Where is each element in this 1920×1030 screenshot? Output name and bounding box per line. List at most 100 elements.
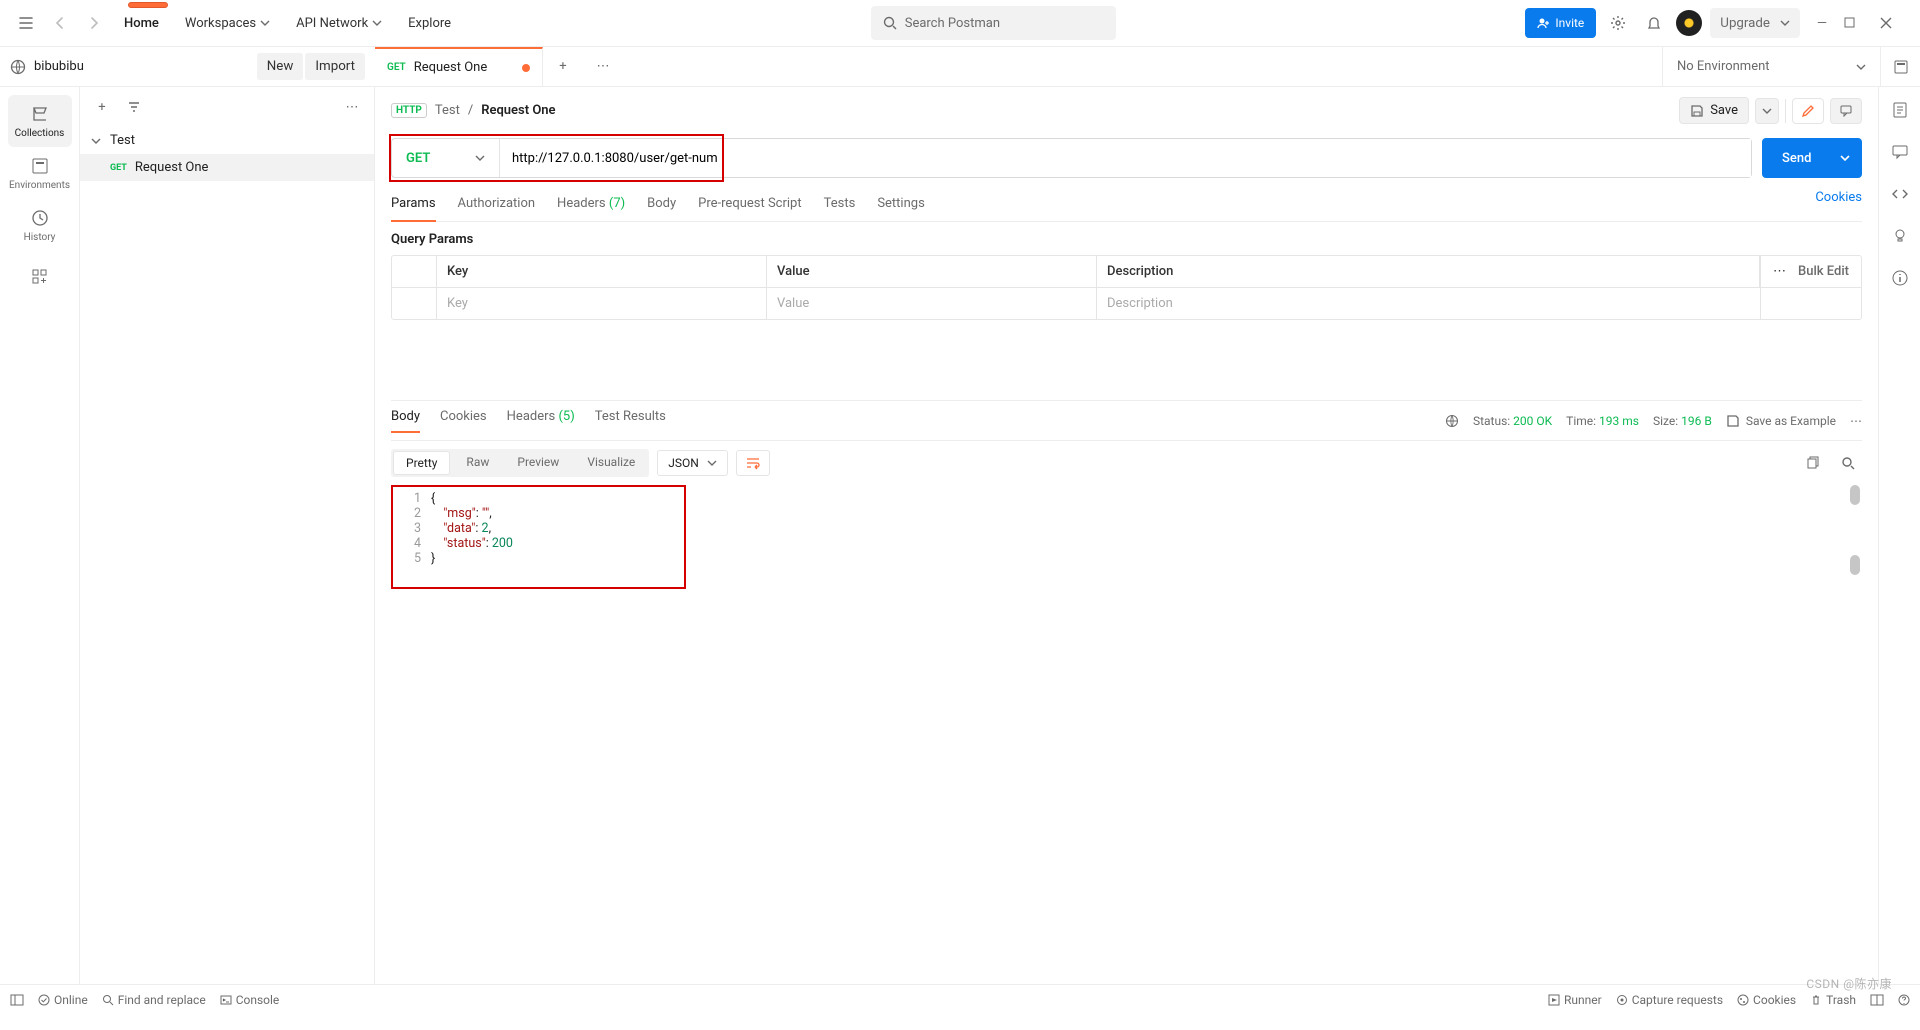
window-maximize-icon[interactable] — [1844, 17, 1872, 29]
workspace-bar: bibubibu New Import GET Request One + ⋯ … — [0, 47, 1920, 87]
capture-button[interactable]: Capture requests — [1616, 993, 1723, 1007]
notifications-icon[interactable] — [1640, 9, 1668, 37]
search-input[interactable]: Search Postman — [871, 6, 1116, 40]
tab-headers-count: (7) — [609, 196, 625, 211]
online-status[interactable]: Online — [38, 993, 88, 1007]
help-button[interactable] — [1898, 994, 1910, 1006]
sidebar-collections-label: Collections — [15, 128, 65, 139]
save-example-button[interactable]: Save as Example — [1726, 414, 1836, 428]
settings-icon[interactable] — [1604, 9, 1632, 37]
sidebar-item-history[interactable]: History — [8, 199, 72, 251]
response-tab-cookies[interactable]: Cookies — [440, 409, 487, 432]
view-raw[interactable]: Raw — [452, 449, 503, 477]
save-button[interactable]: Save — [1679, 97, 1749, 124]
two-pane-button[interactable] — [1870, 994, 1884, 1006]
param-key-input[interactable]: Key — [437, 288, 767, 319]
response-scrollbar[interactable] — [1848, 485, 1862, 589]
param-value-input[interactable]: Value — [767, 288, 1097, 319]
trash-button[interactable]: Trash — [1810, 993, 1856, 1007]
cookies-link[interactable]: Cookies — [1815, 190, 1862, 221]
view-preview[interactable]: Preview — [503, 449, 573, 477]
copy-response-button[interactable] — [1798, 449, 1826, 477]
tab-settings[interactable]: Settings — [877, 190, 924, 221]
comments-icon[interactable] — [1891, 143, 1909, 161]
breadcrumb-folder[interactable]: Test — [435, 103, 460, 118]
request-tab[interactable]: GET Request One — [375, 47, 543, 86]
sidebar-configure-button[interactable] — [8, 251, 72, 303]
runner-button[interactable]: Runner — [1548, 993, 1602, 1007]
tree-folder[interactable]: Test — [80, 127, 374, 154]
col-options-button[interactable]: ⋯ — [1773, 264, 1786, 279]
filter-button[interactable] — [120, 93, 148, 121]
tab-overflow-button[interactable]: ⋯ — [583, 47, 623, 86]
nav-api-network[interactable]: API Network — [286, 10, 392, 37]
param-desc-input[interactable]: Description — [1097, 288, 1761, 319]
code-icon[interactable] — [1891, 185, 1909, 203]
sidebar-item-environments[interactable]: Environments — [8, 147, 72, 199]
console-button[interactable]: Console — [220, 993, 280, 1007]
tab-params[interactable]: Params — [391, 190, 436, 221]
edit-button[interactable] — [1792, 98, 1824, 124]
documentation-icon[interactable] — [1891, 101, 1909, 119]
environment-quicklook-button[interactable] — [1880, 47, 1920, 86]
tab-tests[interactable]: Tests — [824, 190, 856, 221]
history-icon — [30, 208, 50, 228]
wrap-lines-button[interactable] — [736, 450, 770, 476]
cookies-button[interactable]: Cookies — [1737, 993, 1796, 1007]
response-tab-body[interactable]: Body — [391, 409, 420, 432]
bulk-edit-link[interactable]: Bulk Edit — [1798, 264, 1849, 279]
grid-icon — [31, 268, 49, 286]
info-icon[interactable] — [1891, 269, 1909, 287]
tab-authorization[interactable]: Authorization — [458, 190, 536, 221]
tree-options-button[interactable]: ⋯ — [338, 93, 366, 121]
upgrade-button[interactable]: Upgrade — [1710, 8, 1800, 38]
forward-icon[interactable] — [80, 9, 108, 37]
nav-explore[interactable]: Explore — [398, 10, 461, 37]
comment-button[interactable] — [1830, 98, 1862, 124]
resp-headers-label: Headers — [507, 409, 556, 424]
breadcrumb-sep: / — [468, 103, 473, 118]
divider — [1785, 99, 1786, 123]
send-button[interactable]: Send — [1762, 138, 1862, 178]
add-collection-button[interactable]: + — [88, 93, 116, 121]
workspace-name[interactable]: bibubibu — [10, 59, 247, 75]
view-pretty[interactable]: Pretty — [393, 451, 450, 475]
nav-workspaces[interactable]: Workspaces — [175, 10, 280, 37]
window-close-icon[interactable] — [1880, 17, 1908, 29]
add-tab-button[interactable]: + — [543, 47, 583, 86]
tab-headers[interactable]: Headers (7) — [557, 190, 625, 221]
save-dropdown-button[interactable] — [1755, 98, 1779, 124]
environment-label: No Environment — [1677, 59, 1856, 74]
invite-button[interactable]: Invite — [1525, 8, 1596, 38]
tab-title-label: Request One — [414, 60, 488, 75]
find-replace-button[interactable]: Find and replace — [102, 993, 206, 1007]
window-minimize-icon[interactable]: — — [1808, 16, 1836, 31]
response-tab-headers[interactable]: Headers (5) — [507, 409, 575, 432]
response-body[interactable]: 12345 { "msg": "", "data": 2, "status": … — [391, 485, 686, 589]
network-icon[interactable] — [1445, 414, 1459, 428]
method-selector[interactable]: GET — [392, 139, 500, 177]
environment-selector[interactable]: No Environment — [1662, 47, 1880, 86]
nav-home[interactable]: Home — [114, 10, 169, 37]
url-input[interactable] — [500, 139, 1751, 177]
tab-body[interactable]: Body — [647, 190, 676, 221]
hints-icon[interactable] — [1891, 227, 1909, 245]
search-response-button[interactable] — [1834, 449, 1862, 477]
avatar[interactable] — [1676, 10, 1702, 36]
collections-icon — [30, 104, 50, 124]
back-icon[interactable] — [46, 9, 74, 37]
response-tab-tests[interactable]: Test Results — [595, 409, 666, 432]
tab-prerequest[interactable]: Pre-request Script — [698, 190, 801, 221]
menu-icon[interactable] — [12, 9, 40, 37]
format-label: JSON — [668, 456, 699, 470]
console-label: Console — [236, 993, 280, 1007]
view-visualize[interactable]: Visualize — [573, 449, 649, 477]
sidebar-item-collections[interactable]: Collections — [8, 95, 72, 147]
import-button[interactable]: Import — [305, 53, 365, 80]
tree-request[interactable]: GET Request One — [80, 154, 374, 181]
response-options-button[interactable]: ⋯ — [1850, 414, 1862, 428]
sidebar-toggle-button[interactable] — [10, 993, 24, 1007]
invite-icon — [1537, 17, 1549, 29]
new-button[interactable]: New — [257, 53, 304, 80]
response-format-selector[interactable]: JSON — [657, 450, 728, 476]
